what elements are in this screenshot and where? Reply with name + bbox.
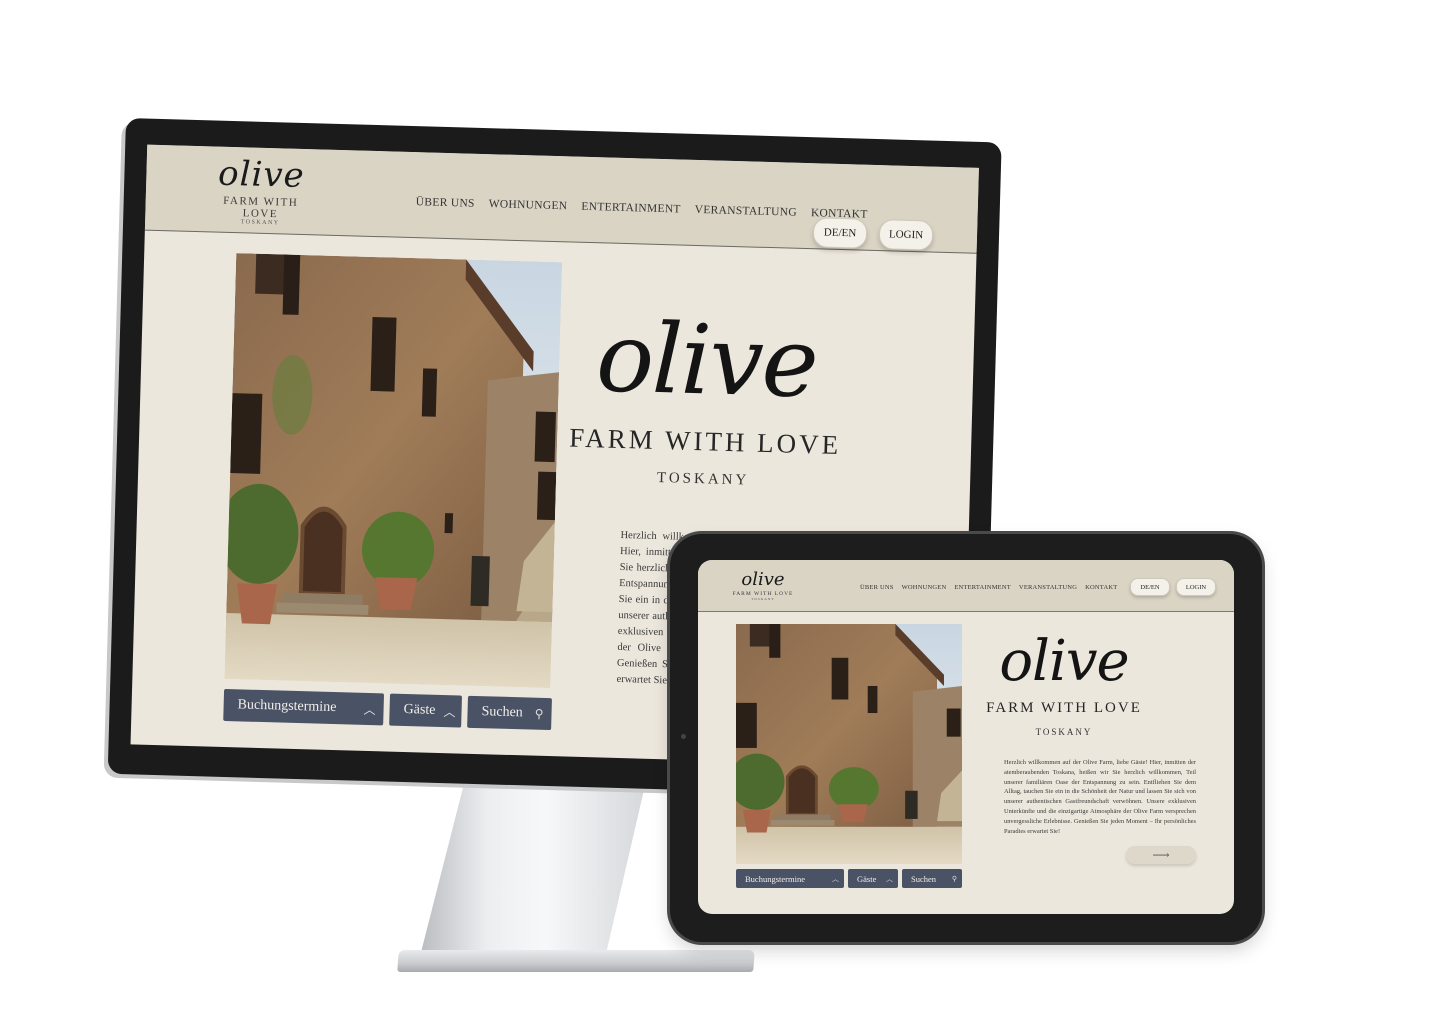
hero-photo bbox=[224, 253, 563, 689]
search-label: Suchen bbox=[911, 873, 937, 884]
chevron-up-icon: ︿ bbox=[363, 702, 376, 717]
chevron-up-icon: ︿ bbox=[832, 874, 839, 883]
nav-item-wohnungen[interactable]: WOHNUNGEN bbox=[489, 198, 568, 212]
hero-tagline: FARM WITH LOVE bbox=[568, 422, 842, 461]
search-button[interactable]: Suchen ⚲ bbox=[467, 695, 552, 731]
monitor-stand-base bbox=[397, 950, 755, 972]
site-header: olive FARM WITH LOVE TOSKANY ÜBER UNS WO… bbox=[698, 560, 1234, 612]
hero-photo bbox=[736, 624, 962, 864]
search-label: Suchen bbox=[481, 704, 523, 721]
hero-tagline: FARM WITH LOVE bbox=[986, 700, 1142, 716]
main-nav: ÜBER UNS WOHNUNGEN ENTERTAINMENT VERANST… bbox=[860, 584, 1117, 591]
nav-item-wohnungen[interactable]: WOHNUNGEN bbox=[902, 584, 947, 591]
booking-guests-select[interactable]: Gäste ︿ bbox=[848, 869, 898, 888]
login-button[interactable]: LOGIN bbox=[878, 219, 934, 251]
nav-item-entertainment[interactable]: ENTERTAINMENT bbox=[954, 584, 1011, 591]
booking-bar: Buchungstermine ︿ Gäste ︿ Suchen ⚲ bbox=[736, 869, 962, 888]
nav-item-ueber-uns[interactable]: ÜBER UNS bbox=[416, 196, 475, 210]
nav-item-ueber-uns[interactable]: ÜBER UNS bbox=[860, 584, 894, 591]
farmhouse-image bbox=[224, 253, 563, 689]
nav-item-veranstaltung[interactable]: VERANSTALTUNG bbox=[695, 204, 798, 219]
hero-title: olive FARM WITH LOVE TOSKANY bbox=[568, 301, 843, 492]
site-logo[interactable]: olive FARM WITH LOVE TOSKANY bbox=[730, 569, 796, 602]
hero-script: olive bbox=[594, 301, 819, 420]
booking-dates-label: Buchungstermine bbox=[237, 697, 337, 716]
booking-guests-select[interactable]: Gäste ︿ bbox=[389, 693, 463, 728]
booking-dates-select[interactable]: Buchungstermine ︿ bbox=[736, 869, 844, 888]
monitor-stand bbox=[418, 764, 650, 964]
booking-dates-label: Buchungstermine bbox=[745, 873, 805, 884]
booking-guests-label: Gäste bbox=[403, 701, 436, 718]
hero-region: TOSKANY bbox=[656, 469, 750, 489]
logo-tagline: FARM WITH LOVE bbox=[222, 194, 299, 221]
welcome-text: Herzlich willkommen auf der Olive Farm, … bbox=[1004, 759, 1196, 835]
search-icon: ⚲ bbox=[951, 874, 957, 883]
arrow-right-icon: ⟶ bbox=[1152, 847, 1170, 862]
language-button[interactable]: DE/EN bbox=[812, 217, 868, 249]
logo-script: olive bbox=[217, 153, 306, 197]
tablet-device: olive FARM WITH LOVE TOSKANY ÜBER UNS WO… bbox=[670, 534, 1262, 942]
booking-bar: Buchungstermine ︿ Gäste ︿ Suchen ⚲ bbox=[223, 688, 552, 731]
logo-region: TOSKANY bbox=[751, 597, 775, 601]
language-button[interactable]: DE/EN bbox=[1130, 578, 1170, 596]
hero-region: TOSKANY bbox=[1035, 727, 1093, 737]
login-button[interactable]: LOGIN bbox=[1176, 578, 1216, 596]
nav-item-veranstaltung[interactable]: VERANSTALTUNG bbox=[1019, 584, 1077, 591]
nav-item-entertainment[interactable]: ENTERTAINMENT bbox=[581, 201, 681, 216]
booking-dates-select[interactable]: Buchungstermine ︿ bbox=[223, 688, 385, 726]
nav-item-kontakt[interactable]: KONTAKT bbox=[1085, 584, 1117, 591]
search-icon: ⚲ bbox=[534, 706, 544, 721]
search-button[interactable]: Suchen ⚲ bbox=[902, 869, 962, 888]
chevron-up-icon: ︿ bbox=[443, 704, 456, 719]
continue-button[interactable]: ⟶ bbox=[1126, 846, 1196, 864]
main-nav: ÜBER UNS WOHNUNGEN ENTERTAINMENT VERANST… bbox=[416, 196, 868, 221]
tablet-screen: olive FARM WITH LOVE TOSKANY ÜBER UNS WO… bbox=[698, 560, 1234, 914]
hero-script: olive bbox=[999, 629, 1129, 694]
logo-script: olive bbox=[741, 569, 785, 590]
site-header: olive FARM WITH LOVE TOSKANY ÜBER UNS WO… bbox=[144, 144, 979, 254]
hero-title: olive FARM WITH LOVE TOSKANY bbox=[970, 629, 1158, 738]
site-logo[interactable]: olive FARM WITH LOVE TOSKANY bbox=[205, 154, 317, 227]
farmhouse-image bbox=[736, 624, 962, 864]
chevron-up-icon: ︿ bbox=[886, 874, 893, 883]
camera-icon bbox=[681, 734, 686, 739]
booking-guests-label: Gäste bbox=[857, 873, 877, 884]
